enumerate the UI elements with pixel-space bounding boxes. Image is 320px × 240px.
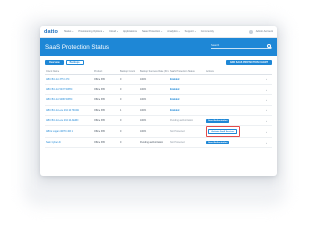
product-cell: Office 365 [93, 137, 119, 149]
protection-status-cell: Not Protected [169, 137, 205, 149]
status-table: Client Name Product Backup Count Backup … [45, 69, 272, 149]
product-cell: Office 365 [93, 94, 119, 106]
expand-chevron-icon[interactable]: › [261, 84, 272, 96]
product-cell: Office 365 [93, 84, 119, 96]
expand-chevron-icon[interactable]: › [261, 115, 272, 127]
success-rate-cell: Pending authorization [139, 137, 169, 149]
main-nav: Status ▾ Provisioning Options ▾ Cloud ▾ App… [64, 30, 214, 33]
product-cell: Office 365 [93, 115, 119, 127]
chevron-down-icon: ▾ [103, 30, 105, 33]
product-cell: Office 365 [93, 125, 119, 138]
table-row[interactable]: ABCs Logan 4WTC-SR 1 Office 365 0 100% Not P… [45, 125, 272, 138]
actions-cell [205, 105, 261, 117]
top-nav-bar: datto Status ▾ Provisioning Options ▾ Clou… [40, 26, 277, 38]
highlight-frame: Activate SaaS Services [206, 126, 240, 137]
success-rate-cell: 100% [139, 125, 169, 138]
backup-count-cell: 1 [119, 105, 139, 117]
success-rate-cell: 100% [139, 115, 169, 127]
client-name-link[interactable]: ABCs Logan 4WTC-SR 1 [45, 125, 93, 138]
nav-item-analytics[interactable]: Analytics ▾ [167, 30, 179, 33]
backup-count-cell: 0 [119, 74, 139, 85]
table-row[interactable]: ABC Biz-Inc 5437 WP8C Office 365 0 100% Enab… [45, 84, 272, 96]
tab-backups[interactable]: Backups [65, 60, 84, 65]
table-row[interactable]: ABC Biz-Inc 375 1 PC Office 365 0 100% Enabl… [45, 74, 272, 85]
user-label: Admin Account [255, 30, 273, 33]
protection-status-cell: Pending authorization [169, 115, 205, 127]
table-row[interactable]: ABC Biz-Inc-ere 234 10 AERO Office 365 0 10… [45, 115, 272, 127]
chevron-down-icon: ▾ [161, 30, 163, 33]
expand-chevron-icon[interactable]: › [261, 137, 272, 149]
datto-logo[interactable]: datto [44, 29, 58, 35]
success-rate-cell: 100% [139, 74, 169, 85]
tab-overview[interactable]: Overview [45, 60, 64, 65]
add-saas-client-button[interactable]: ADD SAAS PROTECTION CLIENT [225, 60, 272, 65]
table-row[interactable]: ABC Biz-Inc 9486 WP8C Office 365 0 100% Enab… [45, 94, 272, 106]
page-title: SaaS Protection Status [45, 43, 109, 51]
protection-status-cell: Enabled [169, 74, 205, 85]
search-input[interactable]: Search [211, 43, 271, 49]
nav-item-provisioning[interactable]: Provisioning Options ▾ [78, 30, 104, 33]
protection-status-cell: Enabled [169, 84, 205, 96]
grant-authorization-button[interactable]: Grant Authorization [206, 119, 230, 123]
backup-count-cell: 0 [119, 125, 139, 138]
actions-cell: Activate SaaS Services [205, 125, 261, 138]
nav-item-saas-protection[interactable]: Saas Protection ▾ [142, 30, 162, 33]
client-name-link[interactable]: ABC Biz-Inc-ere 234 10 AERO [45, 115, 93, 127]
client-name-link[interactable]: Sam Cyber-Fi [45, 137, 93, 149]
user-avatar-icon [248, 29, 253, 34]
actions-cell [205, 94, 261, 106]
search-icon[interactable] [267, 43, 271, 48]
nav-item-status[interactable]: Status ▾ [64, 30, 73, 33]
page-header: SaaS Protection Status Search [40, 38, 277, 56]
chevron-down-icon: ▾ [194, 30, 196, 33]
chevron-down-icon: ▾ [116, 30, 118, 33]
product-cell: Office 365 [93, 105, 119, 117]
success-rate-cell: 100% [139, 105, 169, 117]
protection-status-cell: Not Protected [169, 125, 205, 138]
protection-status-cell: Enabled [169, 94, 205, 106]
toolbar: Overview Backups ADD SAAS PROTECTION CLI… [40, 56, 277, 69]
app-window: datto Status ▾ Provisioning Options ▾ Clou… [40, 26, 277, 176]
user-menu[interactable]: Admin Account [248, 29, 273, 34]
client-name-link[interactable]: ABC Biz-Inc 9486 WP8C [45, 94, 93, 106]
search-placeholder: Search [211, 44, 220, 47]
expand-chevron-icon[interactable]: › [261, 125, 272, 138]
protection-status-cell: Enabled [169, 105, 205, 117]
actions-cell: Grant Authorization [205, 137, 261, 149]
chevron-down-icon: ▾ [72, 30, 74, 33]
chevron-down-icon: ▾ [178, 30, 180, 33]
grant-authorization-button[interactable]: Grant Authorization [206, 140, 230, 145]
actions-cell [205, 84, 261, 96]
nav-item-community[interactable]: Community [201, 30, 214, 33]
expand-chevron-icon[interactable]: › [261, 74, 272, 85]
actions-cell: Grant Authorization [205, 115, 261, 127]
client-name-link[interactable]: ABC Biz-Inc 5437 WP8C [45, 84, 93, 96]
expand-chevron-icon[interactable]: › [261, 105, 272, 117]
success-rate-cell: 100% [139, 84, 169, 96]
client-name-link[interactable]: ABC Biz-Inc 375 1 PC [45, 74, 93, 85]
client-name-link[interactable]: ABC Biz-Inc-ere 234 10 HCWA [45, 105, 93, 117]
backup-count-cell: 0 [119, 94, 139, 106]
expand-chevron-icon[interactable]: › [261, 94, 272, 106]
nav-item-support[interactable]: Support ▾ [185, 30, 196, 33]
backup-count-cell: 0 [119, 84, 139, 96]
backup-count-cell: 0 [119, 115, 139, 127]
table-row[interactable]: ABC Biz-Inc-ere 234 10 HCWA Office 365 1 10… [45, 105, 272, 117]
nav-item-applications[interactable]: Applications [123, 30, 137, 33]
product-cell: Office 365 [93, 74, 119, 85]
activate-saas-button[interactable]: Activate SaaS Services [208, 128, 238, 135]
success-rate-cell: 100% [139, 94, 169, 106]
backup-count-cell: 0 [119, 137, 139, 149]
nav-item-cloud[interactable]: Cloud ▾ [109, 30, 118, 33]
table-row[interactable]: Sam Cyber-Fi Office 365 0 Pending authoriza… [45, 137, 272, 149]
actions-cell [205, 74, 261, 85]
